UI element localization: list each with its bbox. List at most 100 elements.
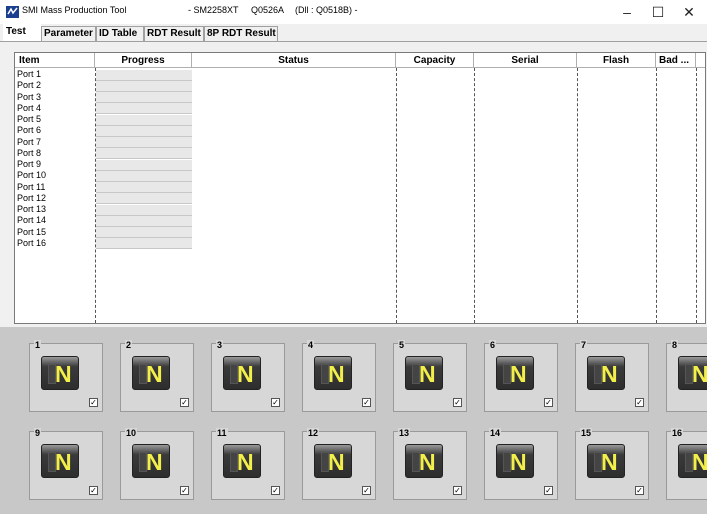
port-status-list[interactable]: Item Progress Status Capacity Serial Fla… bbox=[14, 52, 706, 324]
port-enable-checkbox[interactable]: ✓ bbox=[453, 486, 462, 495]
column-header-progress[interactable]: Progress bbox=[95, 53, 192, 68]
ssd-device-icon[interactable]: N bbox=[405, 356, 443, 390]
column-header-serial[interactable]: Serial bbox=[474, 53, 577, 68]
port-enable-checkbox[interactable]: ✓ bbox=[89, 486, 98, 495]
port-panel: 9 N ✓ bbox=[29, 428, 103, 500]
port-panel: 6 N ✓ bbox=[484, 340, 558, 412]
port-row-label[interactable]: Port 9 bbox=[17, 159, 41, 170]
port-row-label[interactable]: Port 3 bbox=[17, 92, 41, 103]
ssd-device-icon[interactable]: N bbox=[587, 356, 625, 390]
port-row-label[interactable]: Port 12 bbox=[17, 193, 46, 204]
port-enable-checkbox[interactable]: ✓ bbox=[544, 398, 553, 407]
column-header-item[interactable]: Item bbox=[15, 53, 95, 68]
port-enable-checkbox[interactable]: ✓ bbox=[180, 486, 189, 495]
ssd-device-icon[interactable]: N bbox=[496, 444, 534, 478]
smi-app-icon bbox=[6, 6, 19, 18]
port-panel: 8N✓ bbox=[666, 340, 707, 412]
port-row-label[interactable]: Port 15 bbox=[17, 227, 46, 238]
port-panel: 13 N ✓ bbox=[393, 428, 467, 500]
port-panel: 12 N ✓ bbox=[302, 428, 376, 500]
device-status-glyph: N bbox=[692, 361, 707, 387]
ssd-device-icon[interactable]: N bbox=[587, 444, 625, 478]
port-row-label[interactable]: Port 1 bbox=[17, 69, 41, 80]
device-status-glyph: N bbox=[419, 361, 436, 387]
device-status-glyph: N bbox=[692, 449, 707, 475]
close-button[interactable]: ✕ bbox=[674, 0, 704, 24]
progress-bar bbox=[96, 148, 192, 160]
port-enable-checkbox[interactable]: ✓ bbox=[453, 398, 462, 407]
port-number: 14 bbox=[489, 428, 502, 438]
port-panel-area: 1N✓2N✓3N✓4N✓5N✓6N✓7N✓8N✓9N✓10N✓11N✓12N✓1… bbox=[0, 327, 707, 514]
ssd-device-icon[interactable]: N bbox=[41, 356, 79, 390]
tool-version: Q0526A bbox=[251, 5, 285, 15]
port-row-label[interactable]: Port 5 bbox=[17, 114, 41, 125]
port-number: 7 bbox=[580, 340, 588, 350]
port-number: 3 bbox=[216, 340, 224, 350]
port-enable-checkbox[interactable]: ✓ bbox=[271, 398, 280, 407]
port-enable-checkbox[interactable]: ✓ bbox=[362, 486, 371, 495]
progress-bar bbox=[96, 204, 192, 216]
port-number: 9 bbox=[34, 428, 42, 438]
column-header-bad[interactable]: Bad ... bbox=[656, 53, 696, 68]
controller-model: - SM2258XT bbox=[188, 5, 239, 15]
port-row-label[interactable]: Port 13 bbox=[17, 204, 46, 215]
port-enable-checkbox[interactable]: ✓ bbox=[180, 398, 189, 407]
device-status-glyph: N bbox=[510, 361, 527, 387]
ssd-device-icon[interactable]: N bbox=[132, 444, 170, 478]
port-panel: 15 N ✓ bbox=[575, 428, 649, 500]
device-status-glyph: N bbox=[146, 361, 163, 387]
port-row-label[interactable]: Port 4 bbox=[17, 103, 41, 114]
tab-8p-rdt-result[interactable]: 8P RDT Result bbox=[204, 26, 278, 41]
port-panel: 14 N ✓ bbox=[484, 428, 558, 500]
ssd-device-icon[interactable]: N bbox=[314, 356, 352, 390]
ssd-device-icon[interactable]: N bbox=[132, 356, 170, 390]
port-row-label[interactable]: Port 2 bbox=[17, 80, 41, 91]
ssd-device-icon[interactable]: N bbox=[41, 444, 79, 478]
progress-bar bbox=[96, 125, 192, 137]
tab-rdt-result[interactable]: RDT Result bbox=[144, 26, 204, 41]
port-row-label[interactable]: Port 14 bbox=[17, 215, 46, 226]
port-enable-checkbox[interactable]: ✓ bbox=[635, 398, 644, 407]
column-header-flash[interactable]: Flash bbox=[577, 53, 656, 68]
title-bar[interactable]: SMI Mass Production Tool - SM2258XT Q052… bbox=[0, 0, 707, 24]
progress-bar bbox=[96, 193, 192, 205]
ssd-device-icon[interactable]: N bbox=[223, 356, 261, 390]
port-enable-checkbox[interactable]: ✓ bbox=[271, 486, 280, 495]
port-row-label[interactable]: Port 11 bbox=[17, 182, 45, 193]
ssd-device-icon[interactable]: N bbox=[496, 356, 534, 390]
tab-id-table[interactable]: ID Table bbox=[96, 26, 144, 41]
ssd-device-icon[interactable]: N bbox=[405, 444, 443, 478]
port-row-label[interactable]: Port 10 bbox=[17, 170, 46, 181]
port-row-label[interactable]: Port 7 bbox=[17, 137, 41, 148]
minimize-icon: – bbox=[623, 4, 631, 20]
port-enable-checkbox[interactable]: ✓ bbox=[89, 398, 98, 407]
minimize-button[interactable]: – bbox=[612, 0, 642, 24]
port-panel: 10 N ✓ bbox=[120, 428, 194, 500]
port-row-label[interactable]: Port 6 bbox=[17, 125, 41, 136]
maximize-button[interactable]: ☐ bbox=[643, 0, 673, 24]
ssd-device-icon[interactable]: N bbox=[223, 444, 261, 478]
column-header-capacity[interactable]: Capacity bbox=[396, 53, 474, 68]
column-header-filler bbox=[696, 53, 705, 68]
port-panel: 11 N ✓ bbox=[211, 428, 285, 500]
port-row-label[interactable]: Port 8 bbox=[17, 148, 41, 159]
column-divider bbox=[577, 68, 578, 323]
port-enable-checkbox[interactable]: ✓ bbox=[362, 398, 371, 407]
port-number: 1 bbox=[34, 340, 42, 350]
device-status-glyph: N bbox=[237, 449, 254, 475]
port-row-label[interactable]: Port 16 bbox=[17, 238, 46, 249]
port-enable-checkbox[interactable]: ✓ bbox=[635, 486, 644, 495]
progress-bar bbox=[96, 159, 192, 171]
progress-bar bbox=[96, 69, 192, 81]
ssd-device-icon[interactable]: N bbox=[314, 444, 352, 478]
column-divider bbox=[474, 68, 475, 323]
port-enable-checkbox[interactable]: ✓ bbox=[544, 486, 553, 495]
column-header-status[interactable]: Status bbox=[192, 53, 396, 68]
tab-test[interactable]: Test bbox=[3, 24, 41, 42]
port-number: 12 bbox=[307, 428, 320, 438]
tab-parameter[interactable]: Parameter bbox=[41, 26, 96, 41]
port-number: 5 bbox=[398, 340, 406, 350]
ssd-device-icon[interactable]: N bbox=[678, 444, 707, 478]
ssd-device-icon[interactable]: N bbox=[678, 356, 707, 390]
progress-bar bbox=[96, 238, 192, 250]
